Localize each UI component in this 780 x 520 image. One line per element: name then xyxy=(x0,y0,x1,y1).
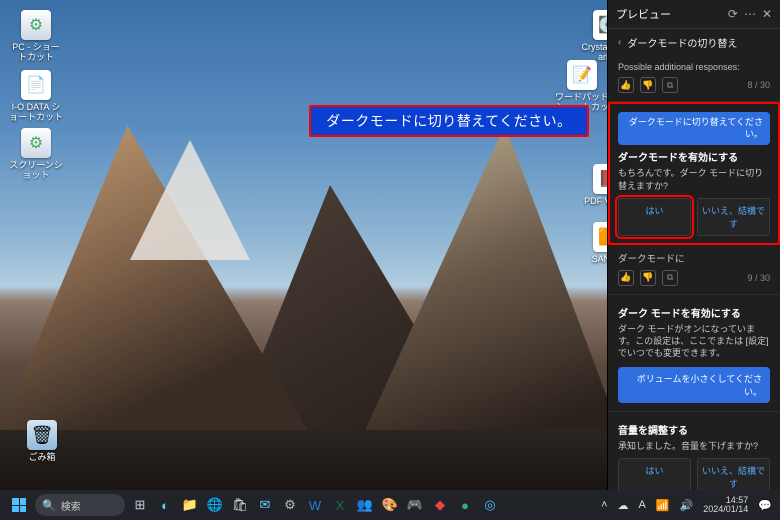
thumbs-up-button[interactable]: 👍 xyxy=(618,77,634,93)
taskbar-mail[interactable]: ✉ xyxy=(253,494,277,516)
response-2-body: ダーク モードがオンになっています。この設定は、ここでまたは [設定] でいつで… xyxy=(618,323,770,359)
possible-responses-label: Possible additional responses: xyxy=(618,62,770,72)
recycle-bin-icon xyxy=(27,420,57,450)
tray-onedrive-icon[interactable]: ☁ xyxy=(616,499,631,512)
recycle-bin[interactable]: ごみ箱 xyxy=(14,420,70,462)
taskbar-teams[interactable]: 👥 xyxy=(353,494,377,516)
taskbar-store[interactable]: 🛍 xyxy=(228,494,252,516)
suggestion-chip[interactable]: ボリュームを小さくしてください。 xyxy=(618,367,770,403)
thumbs-down-button[interactable]: 👎 xyxy=(640,77,656,93)
response-counter-2: 9 / 30 xyxy=(747,273,770,283)
breadcrumb[interactable]: ダークモードの切り替え xyxy=(608,29,780,56)
desktop-icon-pc-shortcut[interactable]: PC - ショートカット xyxy=(8,10,64,63)
pc-shortcut-icon xyxy=(21,10,51,40)
instruction-callout: ダークモードに切り替えてください。 xyxy=(309,105,589,137)
taskbar-search[interactable]: 🔍 検索 xyxy=(35,494,125,516)
clock-date: 2024/01/14 xyxy=(703,505,748,514)
taskbar-paint[interactable]: 🎨 xyxy=(378,494,402,516)
taskbar-settings[interactable]: ⚙ xyxy=(278,494,302,516)
copilot-panel: プレビュー ⟳ ⋯ ✕ ダークモードの切り替え Possible additio… xyxy=(607,0,780,490)
panel-header: プレビュー ⟳ ⋯ ✕ xyxy=(608,0,780,29)
user-message-chip: ダークモードに切り替えてください。 xyxy=(618,112,770,145)
notifications-icon[interactable]: 💬 xyxy=(756,499,774,512)
feedback-row-2: 👍 👎 ⧉ 9 / 30 xyxy=(618,270,770,286)
tray-volume-icon[interactable]: 🔊 xyxy=(678,499,696,512)
taskbar-word[interactable]: W xyxy=(303,494,327,516)
screenshot-folder-label: スクリーンショット xyxy=(8,160,64,181)
taskbar-discord[interactable]: 🎮 xyxy=(403,494,427,516)
taskbar-app-c[interactable]: ● xyxy=(453,494,477,516)
search-placeholder: 検索 xyxy=(61,498,81,513)
response-counter-1: 8 / 30 xyxy=(747,80,770,90)
taskbar-app-b[interactable]: ◆ xyxy=(428,494,452,516)
taskbar: 🔍 検索 ⊞◐📁🌐🛍✉⚙WX👥🎨🎮◆●◎ ˄ ☁ A 📶 🔊 14:57 202… xyxy=(0,490,780,520)
assistant-response-1: ダークモードを有効にする もちろんです。ダーク モードに切り替えますか? はい … xyxy=(618,149,770,235)
tray-ime-icon[interactable]: A xyxy=(637,499,648,511)
desktop-icon-iodata-shortcut[interactable]: I-O DATA ショートカット xyxy=(8,70,64,123)
panel-title: プレビュー xyxy=(616,6,722,22)
no-button[interactable]: いいえ、結構です xyxy=(697,198,770,236)
thumbs-up-button-2[interactable]: 👍 xyxy=(618,270,634,286)
taskbar-widgets[interactable]: ◐ xyxy=(153,494,177,516)
taskbar-clock[interactable]: 14:57 2024/01/14 xyxy=(701,496,750,515)
taskbar-edge[interactable]: 🌐 xyxy=(203,494,227,516)
feedback-row-1: 👍 👎 ⧉ 8 / 30 xyxy=(618,77,770,93)
iodata-shortcut-icon xyxy=(21,70,51,100)
short-response-section: ダークモードに 👍 👎 ⧉ 9 / 30 xyxy=(608,245,780,295)
response-2-title: ダーク モードを有効にする xyxy=(618,305,770,320)
system-tray: ˄ ☁ A 📶 🔊 14:57 2024/01/14 💬 xyxy=(599,496,774,515)
thumbs-down-button-2[interactable]: 👎 xyxy=(640,270,656,286)
wordpad-shortcut-icon xyxy=(567,60,597,90)
response-1-body: もちろんです。ダーク モードに切り替えますか? xyxy=(618,167,770,191)
breadcrumb-label: ダークモードの切り替え xyxy=(627,35,737,50)
possible-responses-section: Possible additional responses: 👍 👎 ⧉ 8 /… xyxy=(608,56,780,102)
taskbar-task-view[interactable]: ⊞ xyxy=(128,494,152,516)
desktop-icon-screenshot-folder[interactable]: スクリーンショット xyxy=(8,128,64,181)
taskbar-explorer[interactable]: 📁 xyxy=(178,494,202,516)
instruction-text: ダークモードに切り替えてください。 xyxy=(326,111,571,131)
response-1-title: ダークモードを有効にする xyxy=(618,149,770,164)
close-icon[interactable]: ✕ xyxy=(762,8,772,20)
highlighted-exchange: ダークモードに切り替えてください。 ダークモードを有効にする もちろんです。ダー… xyxy=(608,102,780,245)
copy-button-2[interactable]: ⧉ xyxy=(662,270,678,286)
refresh-icon[interactable]: ⟳ xyxy=(728,8,738,20)
iodata-shortcut-label: I-O DATA ショートカット xyxy=(8,102,64,123)
response-3-body: 承知しました。音量を下げますか? xyxy=(618,440,770,452)
short-response-text: ダークモードに xyxy=(618,251,770,265)
assistant-response-2-section: ダーク モードを有効にする ダーク モードがオンになっています。この設定は、ここ… xyxy=(608,295,780,412)
tray-wifi-icon[interactable]: 📶 xyxy=(654,499,672,512)
copy-button[interactable]: ⧉ xyxy=(662,77,678,93)
more-icon[interactable]: ⋯ xyxy=(744,8,756,20)
windows-logo-icon xyxy=(12,498,26,512)
search-icon: 🔍 xyxy=(42,499,56,512)
screenshot-folder-icon xyxy=(21,128,51,158)
taskbar-excel[interactable]: X xyxy=(328,494,352,516)
yes-button[interactable]: はい xyxy=(618,198,691,236)
tray-chevron-icon[interactable]: ˄ xyxy=(599,499,609,511)
pc-shortcut-label: PC - ショートカット xyxy=(8,42,64,63)
start-button[interactable] xyxy=(6,494,32,516)
response-3-title: 音量を調整する xyxy=(618,422,770,437)
taskbar-copilot[interactable]: ◎ xyxy=(478,494,502,516)
recycle-bin-label: ごみ箱 xyxy=(28,452,55,462)
